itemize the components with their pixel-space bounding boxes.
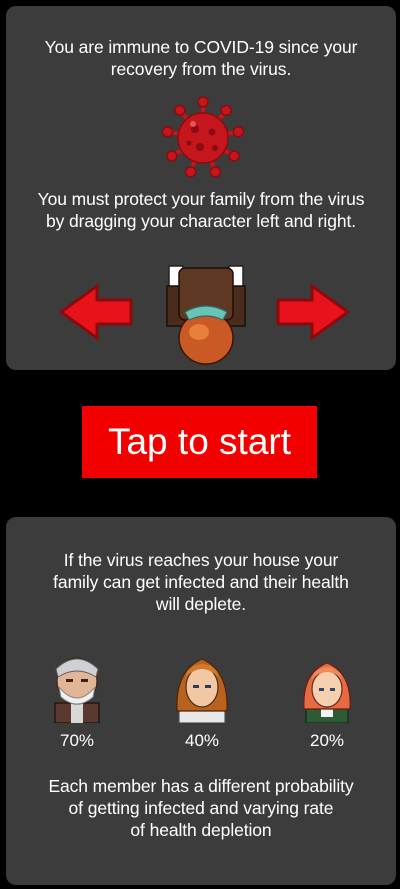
player-character-sprite[interactable] [163, 260, 249, 366]
immunity-text: You are immune to COVID-19 since your re… [6, 36, 396, 80]
daughter-portrait [303, 662, 351, 723]
coronavirus-icon [161, 96, 245, 178]
drag-instruction-line-1: You must protect your family from the vi… [37, 189, 365, 209]
family-member-grandfather: 70% [22, 651, 132, 751]
probability-info-line-3: of health depletion [130, 820, 272, 840]
infection-info-line-3: will deplete. [155, 594, 247, 614]
probability-info-line-1: Each member has a different probability [48, 776, 354, 796]
family-member-daughter: 20% [272, 651, 382, 751]
drag-instruction-line-2: by dragging your character left and righ… [45, 211, 356, 231]
daughter-infection-probability: 20% [309, 731, 345, 750]
arrow-left-icon [59, 283, 133, 341]
drag-instruction-text: You must protect your family from the vi… [6, 188, 396, 232]
arrow-right-icon [276, 283, 350, 341]
mother-infection-probability: 40% [184, 731, 220, 750]
infection-info-line-2: family can get infected and their health [53, 572, 349, 592]
grandfather-portrait [54, 657, 100, 723]
probability-info-text: Each member has a different probability … [6, 775, 396, 841]
family-info-panel: If the virus reaches your house your fam… [6, 517, 396, 885]
infection-info-line-1: If the virus reaches your house your [63, 550, 339, 570]
grandfather-infection-probability: 70% [59, 731, 95, 750]
immunity-text-line-2: recovery from the virus. [110, 59, 292, 79]
tap-to-start-button[interactable]: Tap to start [82, 406, 317, 478]
infection-info-text: If the virus reaches your house your fam… [6, 549, 396, 615]
probability-info-line-2: of getting infected and varying rate [68, 798, 334, 818]
instructions-panel: You are immune to COVID-19 since your re… [6, 6, 396, 370]
mother-portrait [176, 658, 228, 723]
immunity-text-line-1: You are immune to COVID-19 since your [44, 37, 358, 57]
family-member-mother: 40% [147, 651, 257, 751]
